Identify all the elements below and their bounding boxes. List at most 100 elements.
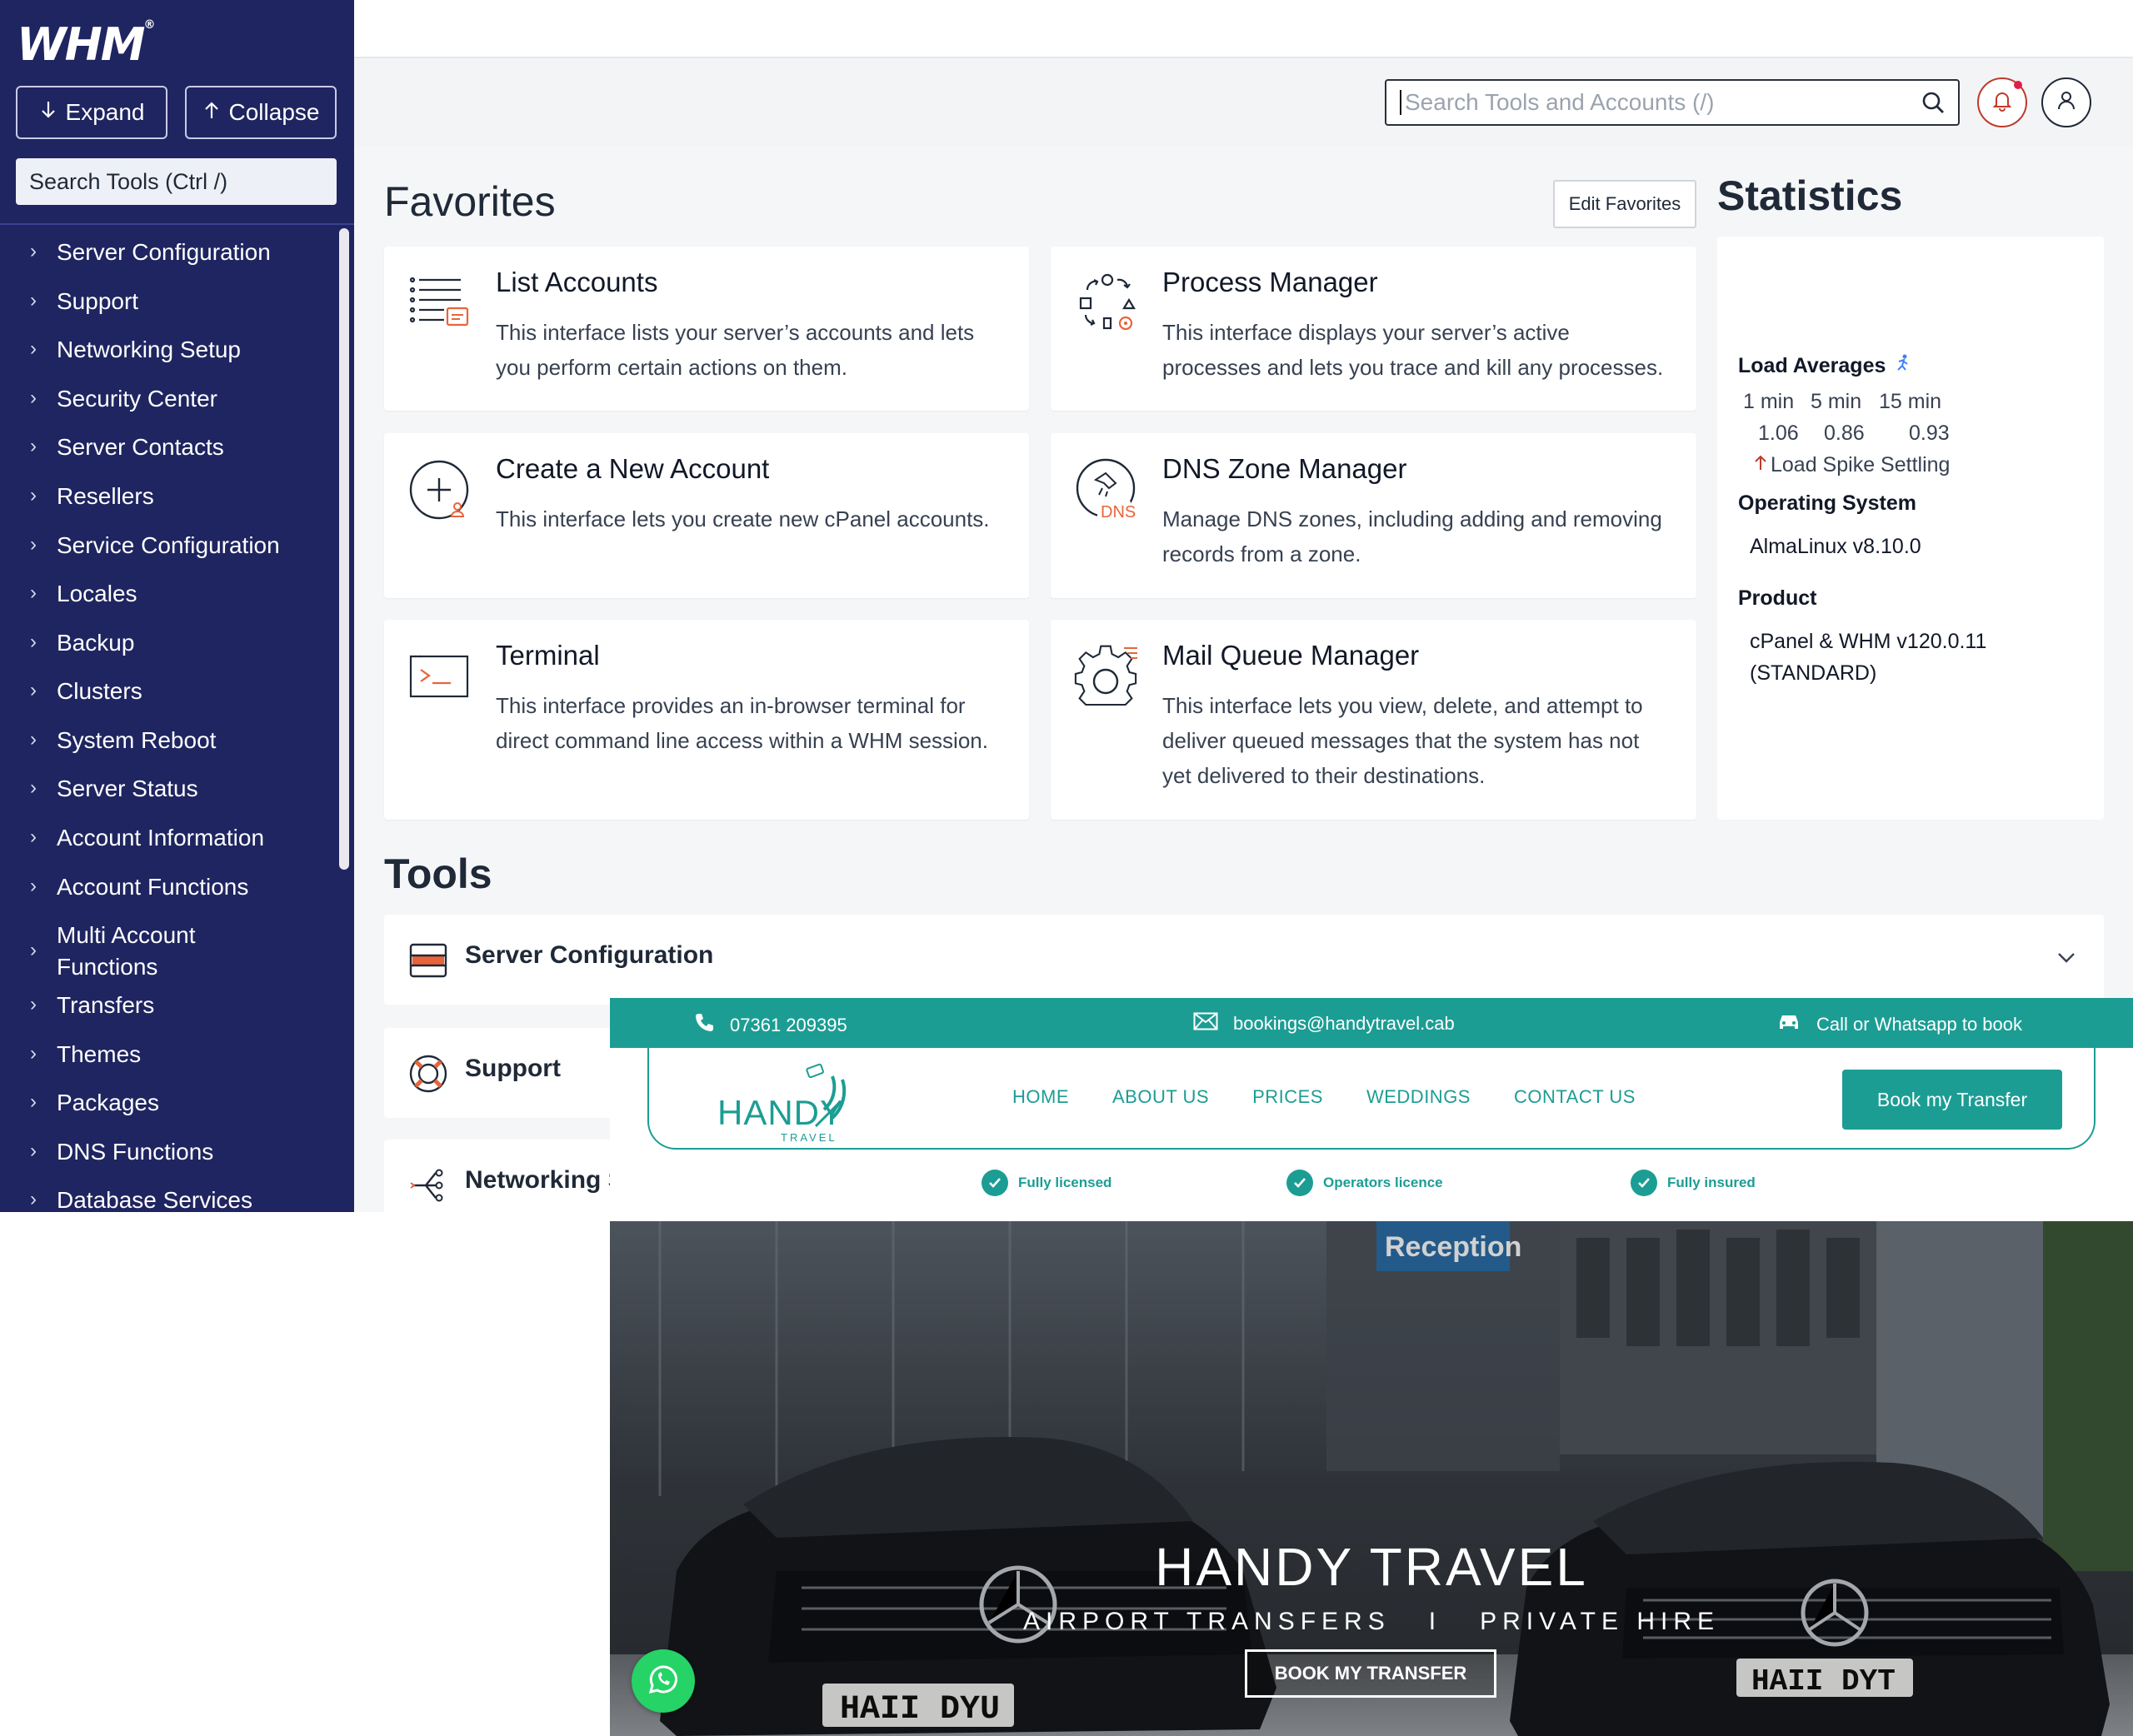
arrow-down-icon — [39, 99, 57, 126]
dns-icon-text: DNS — [1101, 503, 1136, 521]
sidebar-scrollbar[interactable] — [339, 228, 349, 870]
load-15min-value: 0.93 — [1909, 422, 1950, 445]
chevron-right-icon: › — [30, 776, 37, 799]
sidebar-search-input[interactable]: Search Tools (Ctrl /) — [16, 158, 337, 205]
screen: WHM® Expand Collapse Search Tools (Ctrl … — [0, 0, 2133, 1736]
chevron-right-icon: › — [30, 484, 37, 506]
expand-button[interactable]: Expand — [16, 86, 167, 139]
sidebar-item-account-information[interactable]: › Account Information — [0, 822, 264, 854]
tool-group-server-configuration[interactable]: Server Configuration — [384, 915, 2104, 1005]
interval-5min: 5 min — [1811, 390, 1862, 413]
sidebar-item-support[interactable]: › Support — [0, 286, 138, 317]
phone-contact[interactable]: 07361 209395 — [693, 1012, 847, 1039]
chevron-down-icon[interactable] — [2054, 945, 2079, 974]
nav-prices[interactable]: PRICES — [1252, 1086, 1323, 1108]
process-manager-icon — [1074, 272, 1141, 338]
favorite-card-create-account[interactable]: Create a New Account This interface lets… — [384, 433, 1029, 598]
sidebar-item-dns-functions[interactable]: › DNS Functions — [0, 1136, 213, 1168]
sidebar-item-clusters[interactable]: › Clusters — [0, 676, 142, 707]
card-description: This interface displays your server’s ac… — [1162, 320, 1664, 380]
sidebar-item-label: Backup — [57, 630, 135, 656]
product-heading: Product — [1738, 586, 1817, 610]
notification-dot — [2014, 81, 2022, 89]
whm-logo[interactable]: WHM® — [17, 18, 156, 71]
favorite-card-process-manager[interactable]: Process Manager This interface displays … — [1051, 247, 1696, 411]
check-icon — [982, 1170, 1008, 1196]
card-title: Create a New Account — [496, 453, 770, 484]
main-search-input[interactable]: Search Tools and Accounts (/) — [1385, 79, 1960, 126]
nav-home[interactable]: HOME — [1012, 1086, 1069, 1108]
hero-book-button[interactable]: BOOK MY TRANSFER — [1245, 1649, 1496, 1698]
sidebar-item-resellers[interactable]: › Resellers — [0, 481, 154, 512]
notifications-button[interactable] — [1977, 77, 2027, 127]
sidebar-item-server-status[interactable]: › Server Status — [0, 773, 198, 805]
running-person-icon — [1894, 353, 1911, 379]
chevron-right-icon: › — [30, 337, 37, 360]
sidebar-item-multi-account-functions[interactable]: › Multi Account Functions — [0, 920, 217, 983]
chevron-right-icon: › — [30, 939, 37, 961]
card-title: Terminal — [496, 640, 600, 671]
phone-number: 07361 209395 — [730, 1015, 847, 1035]
whatsapp-button[interactable] — [632, 1649, 695, 1713]
sidebar-item-label: Support — [57, 288, 139, 314]
email-address: bookings@handytravel.cab — [1233, 1013, 1455, 1034]
sidebar-item-label: Service Configuration — [57, 532, 280, 558]
badge-operators: Operators licence — [1286, 1170, 1443, 1196]
car-icon — [1776, 1012, 1801, 1037]
user-menu-button[interactable] — [2041, 77, 2091, 127]
sidebar-item-label: Networking Setup — [57, 337, 242, 362]
nav-weddings[interactable]: WEDDINGS — [1366, 1086, 1471, 1108]
collapse-button[interactable]: Collapse — [185, 86, 337, 139]
sidebar-item-themes[interactable]: › Themes — [0, 1039, 141, 1070]
server-rack-icon — [407, 940, 449, 981]
sidebar-item-label: Locales — [57, 581, 137, 606]
sidebar-item-account-functions[interactable]: › Account Functions — [0, 871, 248, 903]
product-version: cPanel & WHM v120.0.11 — [1750, 630, 1987, 653]
sidebar-item-locales[interactable]: › Locales — [0, 578, 137, 610]
favorite-card-mail-queue-manager[interactable]: Mail Queue Manager This interface lets y… — [1051, 620, 1696, 820]
favorites-heading: Favorites — [384, 178, 556, 225]
card-description: This interface lets you view, delete, an… — [1162, 693, 1643, 788]
sidebar-item-label: Server Status — [57, 776, 198, 801]
search-icon[interactable] — [1920, 89, 1946, 122]
nav-about-us[interactable]: ABOUT US — [1112, 1086, 1209, 1108]
handy-travel-logo[interactable]: HANDY TRAVEL — [716, 1060, 874, 1144]
sidebar-search-placeholder: Search Tools (Ctrl /) — [29, 168, 228, 194]
card-description: This interface lets you create new cPane… — [496, 506, 990, 531]
chevron-right-icon: › — [30, 240, 37, 262]
sidebar-item-transfers[interactable]: › Transfers — [0, 990, 154, 1021]
network-icon — [407, 1165, 449, 1206]
check-icon — [1631, 1170, 1657, 1196]
sidebar-item-service-configuration[interactable]: › Service Configuration — [0, 530, 280, 561]
sidebar-item-security-center[interactable]: › Security Center — [0, 383, 217, 415]
sidebar-item-packages[interactable]: › Packages — [0, 1087, 159, 1119]
edit-favorites-button[interactable]: Edit Favorites — [1553, 180, 1696, 228]
sidebar-item-server-contacts[interactable]: › Server Contacts — [0, 432, 224, 463]
email-contact[interactable]: bookings@handytravel.cab — [1193, 1012, 1455, 1035]
sidebar-item-label: Multi Account Functions — [57, 922, 196, 980]
chevron-right-icon: › — [30, 1042, 37, 1065]
sidebar-item-label: Account Information — [57, 825, 265, 851]
card-title: DNS Zone Manager — [1162, 453, 1407, 484]
favorite-card-list-accounts[interactable]: List Accounts This interface lists your … — [384, 247, 1029, 411]
favorite-card-terminal[interactable]: Terminal This interface provides an in-b… — [384, 620, 1029, 820]
chevron-right-icon: › — [30, 993, 37, 1015]
interval-1min: 1 min — [1743, 390, 1795, 413]
create-account-icon — [407, 458, 474, 525]
card-description: This interface provides an in-browser te… — [496, 693, 988, 753]
sidebar-item-database-services[interactable]: › Database Services — [0, 1185, 252, 1212]
sidebar-item-networking-setup[interactable]: › Networking Setup — [0, 334, 241, 366]
sidebar-item-backup[interactable]: › Backup — [0, 627, 134, 659]
book-my-transfer-button[interactable]: Book my Transfer — [1842, 1070, 2062, 1130]
nav-contact-us[interactable]: CONTACT US — [1514, 1086, 1636, 1108]
card-title: List Accounts — [496, 267, 658, 297]
card-description: Manage DNS zones, including adding and r… — [1162, 506, 1662, 566]
load-averages-label: Load Averages — [1738, 354, 1886, 377]
phone-icon — [693, 1012, 715, 1039]
statistics-heading: Statistics — [1717, 172, 1903, 219]
sidebar-item-label: DNS Functions — [57, 1139, 214, 1165]
favorite-card-dns-zone-manager[interactable]: DNS DNS Zone Manager Manage DNS zones, i… — [1051, 433, 1696, 598]
main-search-placeholder: Search Tools and Accounts (/) — [1405, 89, 1715, 115]
sidebar-item-system-reboot[interactable]: › System Reboot — [0, 725, 216, 756]
sidebar-item-server-configuration[interactable]: › Server Configuration — [0, 237, 271, 268]
